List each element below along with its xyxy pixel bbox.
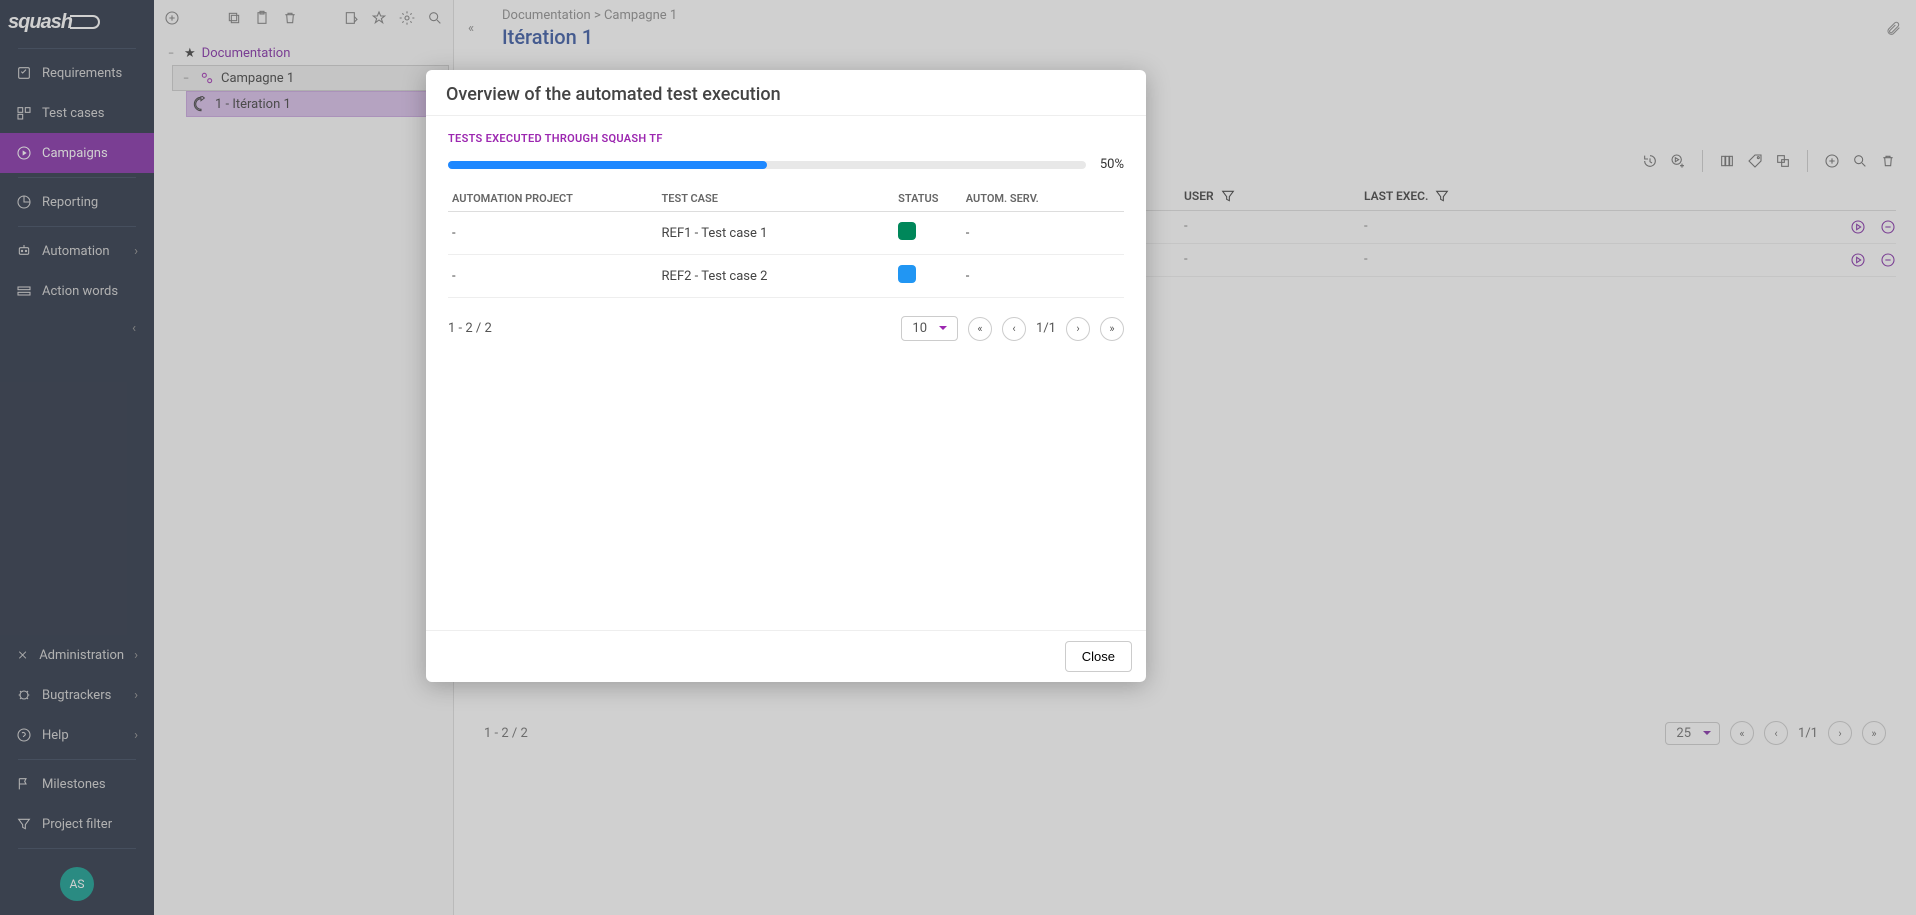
cell-testcase: REF2 - Test case 2 [658,255,895,298]
modal-pager-range: 1 - 2 / 2 [448,321,492,336]
cell-project: - [448,255,658,298]
cell-serv: - [962,212,1124,255]
pager-first[interactable]: « [968,317,992,341]
col-status[interactable]: STATUS [894,186,962,212]
status-running-icon [898,265,916,283]
pager-prev[interactable]: ‹ [1002,317,1026,341]
table-row[interactable]: - REF1 - Test case 1 - [448,212,1124,255]
modal-table: AUTOMATION PROJECT TEST CASE STATUS AUTO… [448,186,1124,298]
modal-page-size-select[interactable]: 10 [901,316,958,341]
table-row[interactable]: - REF2 - Test case 2 - [448,255,1124,298]
cell-status [894,255,962,298]
modal-title: Overview of the automated test execution [426,70,1146,116]
modal-automated-exec-overview: Overview of the automated test execution… [426,70,1146,682]
col-autom-serv[interactable]: AUTOM. SERV. [962,186,1124,212]
cell-status [894,212,962,255]
modal-section-label: TESTS EXECUTED THROUGH SQUASH TF [448,132,1124,145]
pager-last[interactable]: » [1100,317,1124,341]
close-button[interactable]: Close [1065,641,1132,672]
cell-serv: - [962,255,1124,298]
modal-pager-page: 1/1 [1036,321,1056,336]
col-test-case[interactable]: TEST CASE [658,186,895,212]
cell-project: - [448,212,658,255]
col-automation-project[interactable]: AUTOMATION PROJECT [448,186,658,212]
cell-testcase: REF1 - Test case 1 [658,212,895,255]
progress-label: 50% [1100,157,1124,172]
progress-bar-fill [448,161,767,169]
pager-next[interactable]: › [1066,317,1090,341]
progress-bar [448,161,1086,169]
status-passed-icon [898,222,916,240]
